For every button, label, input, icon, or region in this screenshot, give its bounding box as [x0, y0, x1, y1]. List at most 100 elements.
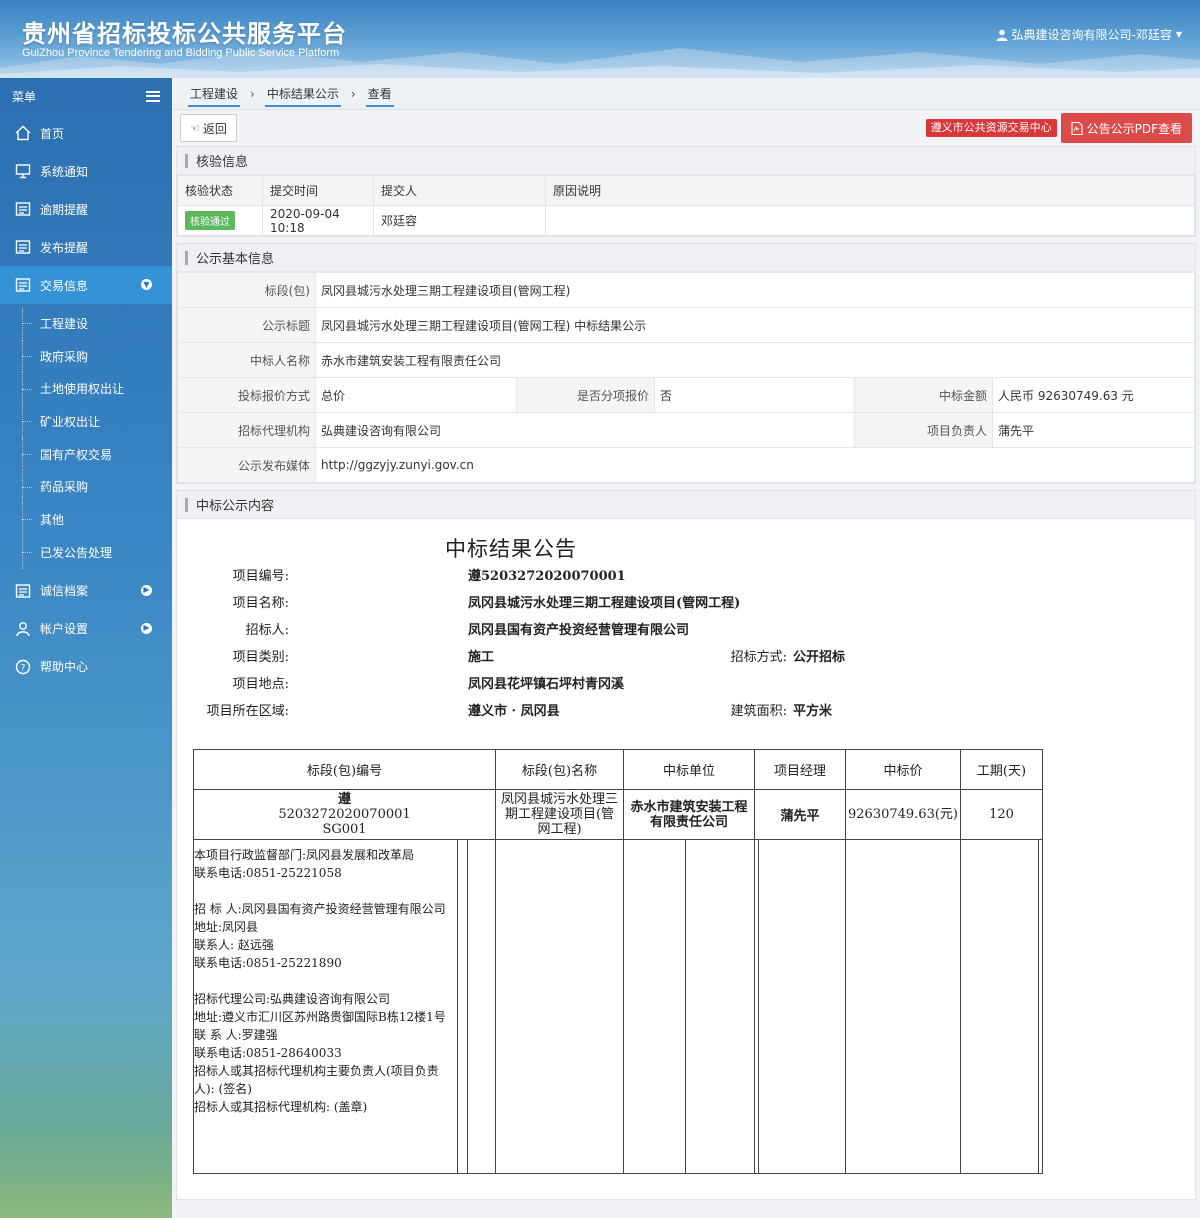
sidebar-submenu: 工程建设 政府采购 土地使用权出让 矿业权出让 国有产权交易 药品采购 其他 已…: [0, 304, 172, 572]
table-header: 原因说明: [545, 175, 1195, 206]
sidebar-subitem[interactable]: 土地使用权出让: [0, 372, 172, 405]
sidebar-item-notice[interactable]: 系统通知: [0, 152, 172, 190]
field-label: 招标代理机构: [177, 412, 316, 448]
trading-center-tag[interactable]: 遵义市公共资源交易中心: [925, 119, 1057, 137]
pdf-view-button[interactable]: 公告公示PDF查看: [1060, 113, 1192, 143]
field-label: 公示标题: [177, 307, 316, 343]
user-icon: [996, 29, 1007, 41]
tenderer-label: 招标人:: [245, 623, 289, 638]
content-panel-title: 中标公示内容: [177, 491, 1195, 519]
split-value: 否: [654, 377, 855, 413]
sidebar-subitem[interactable]: 已发公告处理: [0, 535, 172, 569]
field-label: 标段(包): [177, 272, 316, 308]
amount-value: 人民币 92630749.63 元: [992, 377, 1195, 413]
back-button[interactable]: ☜ 返回: [180, 114, 237, 142]
user-name: 弘典建设咨询有限公司-邓廷容: [1011, 28, 1172, 42]
list-icon: [14, 238, 32, 256]
area-value: 平方米: [793, 704, 833, 719]
empty-cell: [623, 839, 686, 1174]
tenderer-value: 凤冈县国有资产投资经营管理有限公司: [468, 623, 690, 638]
basic-info-panel: 公示基本信息 标段(包) 凤冈县城污水处理三期工程建设项目(管网工程) 公示标题…: [176, 243, 1196, 484]
manager-value: 蒲先平: [992, 412, 1195, 448]
sidebar-item-label: 交易信息: [40, 278, 89, 293]
sidebar-subitem[interactable]: 政府采购: [0, 339, 172, 373]
sidebar-subitem[interactable]: 其他: [0, 503, 172, 536]
breadcrumb-separator: ›: [250, 86, 255, 101]
name-label: 项目名称:: [232, 596, 289, 611]
table-header: 提交人: [373, 175, 546, 206]
basic-info-table: 标段(包) 凤冈县城污水处理三期工程建设项目(管网工程) 公示标题 凤冈县城污水…: [177, 272, 1195, 483]
verify-submitter: 邓廷容: [373, 205, 546, 236]
breadcrumb-item[interactable]: 工程建设: [188, 85, 241, 107]
empty-cell: [457, 839, 468, 1174]
award-header: 标段(包)编号: [193, 749, 496, 790]
award-code-line: 5203272020070001: [278, 807, 411, 822]
sidebar-item-credit[interactable]: 诚信档案 ▶: [0, 572, 172, 610]
table-row: 公示发布媒体 http://ggzyjy.zunyi.gov.cn: [177, 447, 1195, 483]
top-header: 贵州省招标投标公共服务平台 GuiZhou Province Tendering…: [0, 0, 1200, 78]
sidebar-item-overdue[interactable]: 逾期提醒: [0, 190, 172, 228]
sidebar-item-help[interactable]: ? 帮助中心: [0, 648, 172, 686]
table-header: 提交时间: [262, 175, 374, 206]
sidebar-subitem[interactable]: 工程建设: [0, 307, 172, 340]
field-label: 项目负责人: [854, 412, 993, 448]
footer-line: 联系人: 赵远强: [194, 938, 274, 952]
section-value: 凤冈县城污水处理三期工程建设项目(管网工程): [315, 272, 1195, 308]
chevron-right-icon: ▶: [141, 584, 152, 596]
award-name: 凤冈县城污水处理三期工程建设项目(管网工程): [495, 789, 624, 840]
breadcrumb-item[interactable]: 查看: [365, 85, 394, 107]
notice-document: 中标结果公告 项目编号: 遵5203272020070001 项目名称: 凤冈县…: [177, 519, 1195, 1199]
verify-panel-title: 核验信息: [177, 147, 1195, 175]
home-icon: [14, 124, 32, 142]
status-badge: 核验通过: [185, 211, 235, 230]
empty-cell: [467, 839, 496, 1174]
type-label: 项目类别:: [232, 650, 289, 665]
basic-info-title: 公示基本信息: [177, 244, 1195, 272]
footer-line: [194, 972, 457, 990]
footer-line: 联系电话:0851-25221890: [194, 956, 342, 970]
toolbar: ☜ 返回 遵义市公共资源交易中心 公告公示PDF查看: [172, 110, 1200, 146]
field-label: 中标人名称: [177, 342, 316, 378]
table-header-row: 核验状态 提交时间 提交人 原因说明: [177, 175, 1195, 206]
verify-table: 核验状态 提交时间 提交人 原因说明 核验通过 2020-09-04 10:18…: [177, 175, 1195, 236]
user-menu[interactable]: 弘典建设咨询有限公司-邓廷容 ▼: [996, 26, 1182, 43]
agency-value: 弘典建设咨询有限公司: [315, 412, 855, 448]
empty-cell: [960, 839, 1039, 1174]
region-value: 遵义市 · 凤冈县: [468, 704, 560, 719]
platform-title: 贵州省招标投标公共服务平台: [22, 20, 347, 48]
sidebar-subitem[interactable]: 矿业权出让: [0, 405, 172, 438]
award-price: 92630749.63(元): [845, 789, 961, 840]
award-header: 中标价: [845, 749, 961, 790]
table-header: 核验状态: [177, 175, 263, 206]
breadcrumb-item[interactable]: 中标结果公示: [264, 85, 341, 107]
list-icon: [14, 200, 32, 218]
sidebar-subitem[interactable]: 药品采购: [0, 470, 172, 503]
table-row: 招标代理机构 弘典建设咨询有限公司 项目负责人 蒲先平: [177, 412, 1195, 448]
hamburger-icon[interactable]: [146, 90, 160, 102]
table-row: 标段(包) 凤冈县城污水处理三期工程建设项目(管网工程): [177, 272, 1195, 308]
sidebar-item-label: 帮助中心: [40, 660, 89, 674]
notice-title-value: 凤冈县城污水处理三期工程建设项目(管网工程) 中标结果公示: [315, 307, 1195, 343]
location-label: 项目地点:: [232, 677, 289, 692]
empty-cell: [758, 839, 846, 1174]
sidebar-item-trade[interactable]: 交易信息 ▼: [0, 266, 172, 304]
sidebar-item-label: 诚信档案: [40, 584, 89, 598]
media-value[interactable]: http://ggzyjy.zunyi.gov.cn: [315, 447, 1195, 483]
award-code-cell: 遵 5203272020070001 SG001: [193, 789, 496, 840]
award-unit: 赤水市建筑安装工程有限责任公司: [623, 789, 755, 840]
field-label: 是否分项报价: [516, 377, 655, 413]
table-row: 核验通过 2020-09-04 10:18 邓廷容: [177, 205, 1195, 236]
verify-panel: 核验信息 核验状态 提交时间 提交人 原因说明 核验通过 2020-09-04 …: [176, 146, 1196, 237]
sidebar-item-publish[interactable]: 发布提醒: [0, 228, 172, 266]
award-header: 标段(包)名称: [495, 749, 624, 790]
sidebar-item-home[interactable]: 首页: [0, 114, 172, 152]
method-label: 招标方式:: [730, 650, 787, 665]
sidebar-subitem[interactable]: 国有产权交易: [0, 437, 172, 471]
quote-value: 总价: [315, 377, 517, 413]
name-value: 凤冈县城污水处理三期工程建设项目(管网工程): [468, 596, 741, 611]
sidebar-item-account[interactable]: 帐户设置 ▶: [0, 610, 172, 648]
field-label: 公示发布媒体: [177, 447, 316, 483]
list-icon: [14, 582, 32, 600]
breadcrumb-separator: ›: [350, 86, 356, 101]
sidebar-item-label: 系统通知: [40, 164, 89, 179]
